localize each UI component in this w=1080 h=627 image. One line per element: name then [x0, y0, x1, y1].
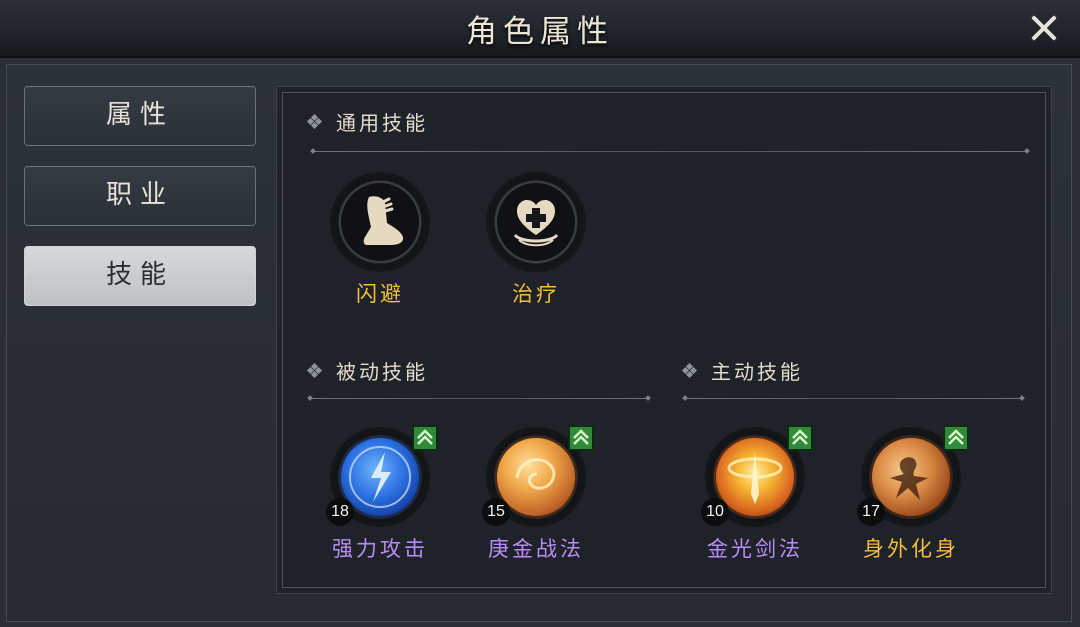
upgrade-arrow-icon[interactable] [787, 425, 813, 451]
section-divider [685, 398, 1022, 399]
window-title: 角色属性 [466, 14, 614, 50]
skill-name: 身外化身 [863, 537, 959, 561]
section-divider [313, 151, 1027, 152]
skill-gengjin-tactics[interactable]: 15 庚金战法 [482, 425, 594, 561]
skill-level-badge: 18 [326, 498, 354, 526]
skill-name: 治疗 [512, 282, 560, 306]
close-icon[interactable] [1026, 10, 1062, 46]
skill-level-badge: 10 [701, 498, 729, 526]
skill-dodge[interactable]: 闪避 [330, 172, 430, 306]
skill-strong-attack[interactable]: 18 强力攻击 [326, 425, 438, 561]
section-divider [310, 398, 648, 399]
upgrade-arrow-icon[interactable] [412, 425, 438, 451]
heal-heart-icon [495, 181, 577, 263]
skill-golden-sword[interactable]: 10 金光剑法 [701, 425, 813, 561]
skill-clone-self[interactable]: 17 身外化身 [857, 425, 969, 561]
skill-name: 金光剑法 [707, 537, 803, 561]
section-bullet-icon [306, 113, 323, 130]
skill-heal[interactable]: 治疗 [486, 172, 586, 306]
skill-name: 庚金战法 [488, 537, 584, 561]
tab-profession[interactable]: 职业 [24, 166, 256, 226]
skill-level-badge: 15 [482, 498, 510, 526]
tab-attributes[interactable]: 属性 [24, 86, 256, 146]
skill-name: 强力攻击 [332, 537, 428, 561]
skill-level-badge: 17 [857, 498, 885, 526]
skill-name: 闪避 [356, 282, 404, 306]
tab-skills[interactable]: 技能 [24, 246, 256, 306]
upgrade-arrow-icon[interactable] [943, 425, 969, 451]
section-bullet-icon [306, 362, 323, 379]
dodge-foot-icon [339, 181, 421, 263]
section-title-active: 主动技能 [711, 360, 803, 384]
title-bar: 角色属性 [0, 0, 1080, 58]
section-title-general: 通用技能 [336, 111, 428, 135]
section-title-passive: 被动技能 [336, 360, 428, 384]
section-bullet-icon [681, 362, 698, 379]
upgrade-arrow-icon[interactable] [568, 425, 594, 451]
